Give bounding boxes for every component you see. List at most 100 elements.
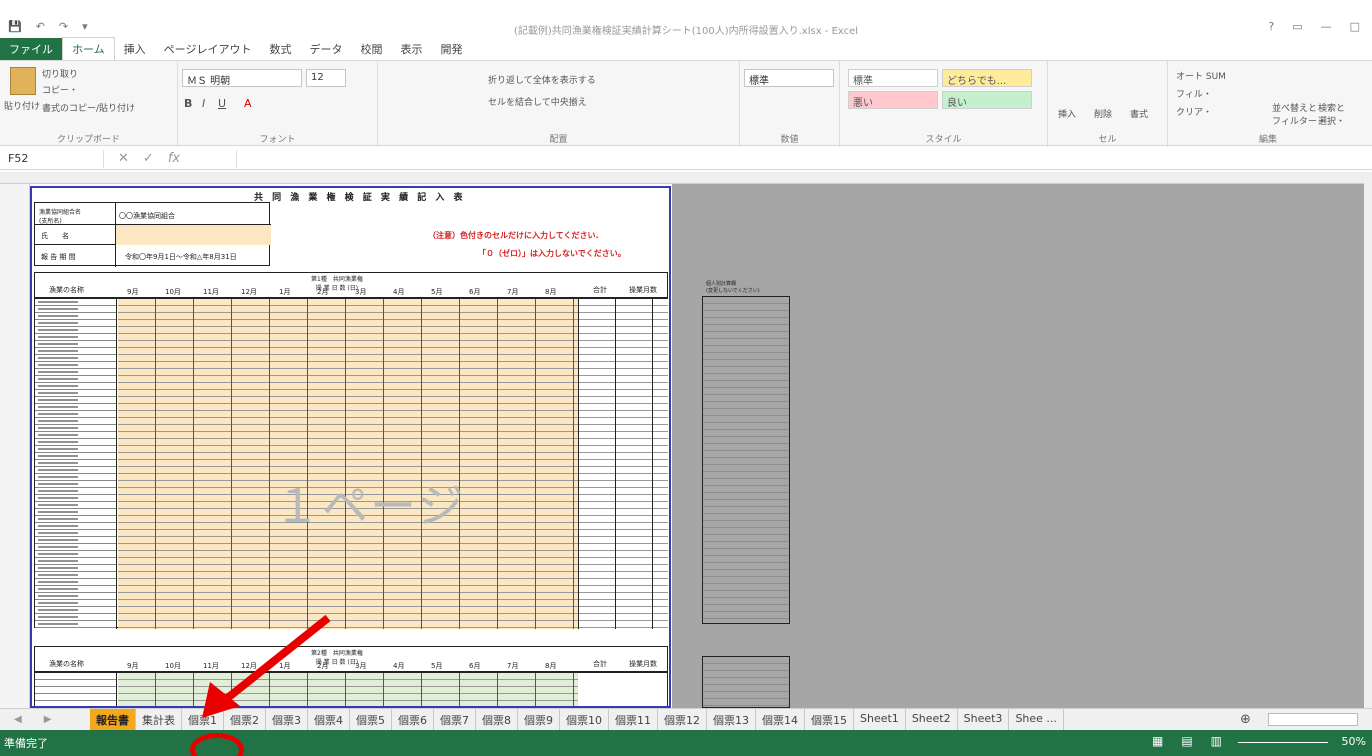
style-bad[interactable]: 悪い <box>848 91 938 109</box>
editing-group: オート SUM フィル・ クリア・ 並べ替えと フィルター・ 検索と 選択・ 編… <box>1168 61 1368 147</box>
italic-button[interactable]: I <box>202 97 205 110</box>
font-size-select[interactable]: 12 <box>306 69 346 87</box>
month-header: 4月 <box>393 662 405 670</box>
sheet-tab[interactable]: Shee ... <box>1009 709 1064 731</box>
minimize-icon[interactable]: — <box>1321 20 1332 33</box>
font-group: ＭＳ 明朝 12 B I U A フォント <box>178 61 378 147</box>
find-select-button[interactable]: 検索と 選択・ <box>1318 101 1345 127</box>
autosum-button[interactable]: オート SUM <box>1176 69 1226 82</box>
tab-file[interactable]: ファイル <box>0 38 62 60</box>
vertical-scrollbar[interactable] <box>1364 172 1372 708</box>
sheet-tab[interactable]: 個票13 <box>707 709 756 731</box>
styles-group-label: スタイル <box>925 135 962 145</box>
month-header: 6月 <box>469 662 481 670</box>
page-break-view-icon[interactable]: ▥ <box>1211 734 1222 748</box>
name-box[interactable]: F52 <box>4 150 104 168</box>
paste-button[interactable]: 貼り付け <box>4 99 40 112</box>
cancel-icon[interactable]: ✕ <box>118 151 129 166</box>
number-group-label: 数値 <box>780 135 799 145</box>
ribbon-display-icon[interactable]: ▭ <box>1292 20 1302 33</box>
zoom-slider[interactable] <box>1238 742 1328 743</box>
font-color-button[interactable]: A <box>244 97 252 110</box>
scroll-left-icon[interactable]: ◀ <box>14 714 22 725</box>
month-header: 4月 <box>393 288 405 296</box>
window-title: (記載例)共同漁業権検証実績計算シート(100人)内所得設置入り.xlsx - … <box>513 26 859 37</box>
copy-button[interactable]: コピー・ <box>42 83 78 96</box>
sheet-tab[interactable]: Sheet1 <box>854 709 906 731</box>
row-header-label-2: 漁業の名称 <box>49 660 84 668</box>
clear-button[interactable]: クリア・ <box>1176 105 1212 118</box>
tab-review[interactable]: 校閲 <box>351 38 391 60</box>
insert-function-icon[interactable]: fx <box>168 151 180 166</box>
style-good[interactable]: 良い <box>942 91 1032 109</box>
tab-view[interactable]: 表示 <box>391 38 431 60</box>
tab-formulas[interactable]: 数式 <box>260 38 300 60</box>
fill-button[interactable]: フィル・ <box>1176 87 1212 100</box>
cells-group: 挿入 削除 書式 セル <box>1048 61 1168 147</box>
sheet-tab[interactable]: 個票9 <box>518 709 560 731</box>
format-cells-button[interactable]: 書式 <box>1130 107 1148 120</box>
sheet-tab[interactable]: Sheet3 <box>958 709 1010 731</box>
period-label: 報 告 期 間 <box>41 253 76 261</box>
status-ready: 準備完了 <box>4 737 48 750</box>
title-bar: 💾 ↶ ↷ ▾ (記載例)共同漁業権検証実績計算シート(100人)内所得設置入り… <box>0 14 1372 40</box>
number-format-select[interactable]: 標準 <box>744 69 834 87</box>
tab-insert[interactable]: 挿入 <box>115 38 155 60</box>
cut-button[interactable]: 切り取り <box>42 67 78 80</box>
sheet-tab[interactable]: 個票12 <box>658 709 707 731</box>
tab-data[interactable]: データ <box>300 38 351 60</box>
merge-center-button[interactable]: セルを結合して中央揃え <box>488 95 587 108</box>
formula-bar: F52 ✕ ✓ fx <box>0 148 1372 170</box>
horizontal-scrollbar[interactable] <box>1268 713 1358 726</box>
month-header: 8月 <box>545 288 557 296</box>
tab-developer[interactable]: 開発 <box>431 38 471 60</box>
formula-input[interactable] <box>236 150 1362 168</box>
add-sheet-icon[interactable]: ⊕ <box>1240 712 1251 727</box>
sheet-tab[interactable]: 個票7 <box>434 709 476 731</box>
bold-button[interactable]: B <box>184 97 192 110</box>
sheet-tab[interactable]: 報告書 <box>90 709 136 731</box>
underline-button[interactable]: U <box>218 97 226 110</box>
style-neutral[interactable]: どちらでも... <box>942 69 1032 87</box>
format-painter-button[interactable]: 書式のコピー/貼り付け <box>42 101 135 114</box>
annotation-arrow <box>202 614 331 718</box>
month-header: 10月 <box>165 662 181 670</box>
formula-controls: ✕ ✓ fx <box>118 151 180 166</box>
arrow-shaft <box>217 614 331 708</box>
sheet-tab[interactable]: 個票10 <box>560 709 609 731</box>
sheet-tab[interactable]: 個票5 <box>350 709 392 731</box>
sheet-tab[interactable]: 個票15 <box>805 709 854 731</box>
sheet-tab[interactable]: 集計表 <box>136 709 182 731</box>
page-layout-view-icon[interactable]: ▤ <box>1181 734 1192 748</box>
wrap-text-button[interactable]: 折り返して全体を表示する <box>488 73 596 86</box>
delete-cells-button[interactable]: 削除 <box>1094 107 1112 120</box>
normal-view-icon[interactable]: ▦ <box>1152 734 1163 748</box>
month-header: 12月 <box>241 288 257 296</box>
sheet-tab[interactable]: 個票8 <box>476 709 518 731</box>
paste-icon[interactable] <box>10 67 36 95</box>
style-normal[interactable]: 標準 <box>848 69 938 87</box>
sheet-tab[interactable]: Sheet2 <box>906 709 958 731</box>
name-input-cell[interactable] <box>116 225 271 245</box>
total-cells <box>578 299 668 629</box>
ribbon: 貼り付け 切り取り コピー・ 書式のコピー/貼り付け クリップボード ＭＳ 明朝… <box>0 60 1372 147</box>
font-name-select[interactable]: ＭＳ 明朝 <box>182 69 302 87</box>
sheet-tab[interactable]: 個票6 <box>392 709 434 731</box>
help-icon[interactable]: ? <box>1268 20 1274 33</box>
month-header: 3月 <box>355 662 367 670</box>
species-names <box>38 299 78 629</box>
name-label: 氏 名 <box>41 232 69 240</box>
tab-page-layout[interactable]: ページレイアウト <box>155 38 261 60</box>
species-column-2 <box>35 673 117 706</box>
row-headers <box>0 184 30 708</box>
tab-home[interactable]: ホーム <box>62 37 115 60</box>
maximize-icon[interactable]: □ <box>1350 20 1360 33</box>
scroll-right-icon[interactable]: ▶ <box>44 714 52 725</box>
insert-cells-button[interactable]: 挿入 <box>1058 107 1076 120</box>
zoom-level[interactable]: 50% <box>1342 735 1366 748</box>
sheet-tab[interactable]: 個票14 <box>756 709 805 731</box>
enter-icon[interactable]: ✓ <box>143 151 154 166</box>
month-input-cells[interactable] <box>118 299 578 629</box>
days-header: 操業月数 <box>629 286 657 294</box>
sheet-tab[interactable]: 個票11 <box>609 709 658 731</box>
